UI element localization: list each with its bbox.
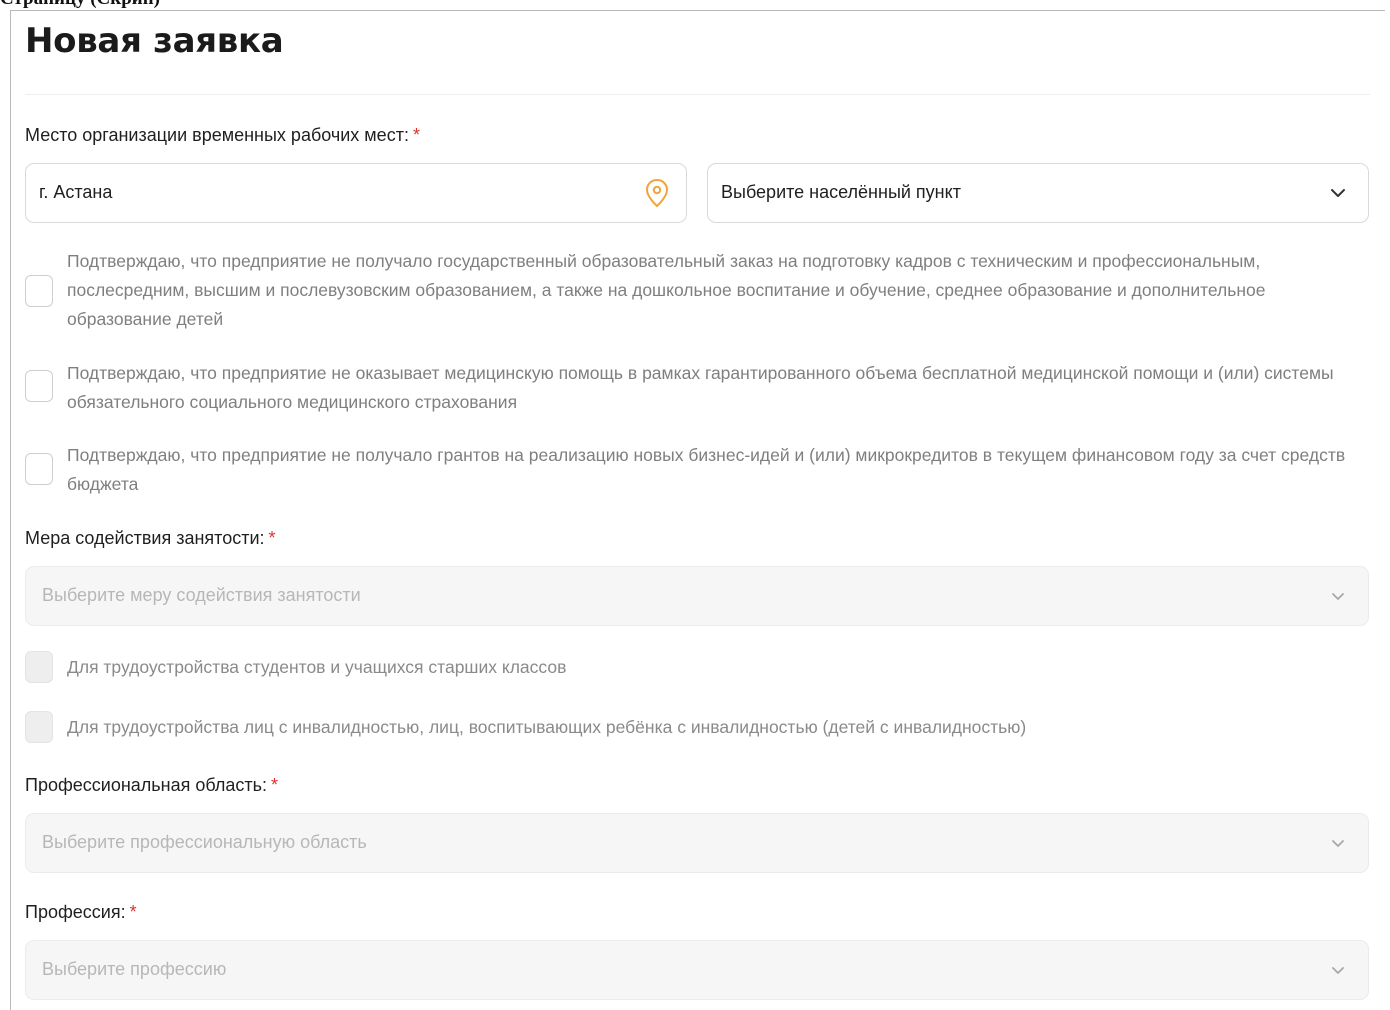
professional-area-select[interactable]: Выберите профессиональную область bbox=[25, 813, 1369, 873]
required-asterisk: * bbox=[129, 902, 137, 922]
confirmation-checkbox-grants[interactable] bbox=[25, 453, 53, 485]
employment-measure-select[interactable]: Выберите меру содействия занятости bbox=[25, 566, 1369, 626]
page-title: Новая заявка bbox=[25, 21, 284, 61]
employment-measure-placeholder: Выберите меру содействия занятости bbox=[42, 585, 361, 605]
chevron-down-icon bbox=[1332, 593, 1344, 600]
confirmation-text-medical: Подтверждаю, что предприятие не оказывае… bbox=[67, 363, 1334, 412]
location-pin-icon[interactable] bbox=[644, 178, 670, 208]
employment-measure-label: Мера содействия занятости: * bbox=[25, 528, 276, 548]
option-text-disability: Для трудоустройства лиц с инвалидностью,… bbox=[67, 717, 1027, 737]
profession-label: Профессия: * bbox=[25, 902, 137, 922]
confirmation-checkbox-medical[interactable] bbox=[25, 370, 53, 402]
title-divider bbox=[25, 94, 1370, 95]
settlement-placeholder: Выберите населённый пункт bbox=[721, 182, 961, 202]
confirmation-text-education: Подтверждаю, что предприятие не получало… bbox=[67, 251, 1266, 329]
city-value: г. Астана bbox=[39, 182, 113, 202]
option-checkbox-students[interactable] bbox=[25, 651, 53, 683]
required-asterisk: * bbox=[268, 528, 276, 548]
option-checkbox-disability[interactable] bbox=[25, 711, 53, 743]
confirmation-text-grants: Подтверждаю, что предприятие не получало… bbox=[67, 445, 1346, 494]
chevron-down-icon bbox=[1332, 840, 1344, 847]
location-label: Место организации временных рабочих мест… bbox=[25, 125, 420, 145]
required-asterisk: * bbox=[271, 775, 279, 795]
chevron-down-icon bbox=[1332, 967, 1344, 974]
required-asterisk: * bbox=[412, 125, 420, 145]
city-field[interactable]: г. Астана bbox=[25, 163, 687, 223]
professional-area-label: Профессиональная область: * bbox=[25, 775, 279, 795]
new-request-form: Новая заявка Место организации временных… bbox=[10, 10, 1385, 1010]
confirmation-checkbox-education[interactable] bbox=[25, 275, 53, 307]
cut-off-heading: Страницу (Скрин) bbox=[0, 0, 160, 10]
profession-placeholder: Выберите профессию bbox=[42, 959, 227, 979]
chevron-down-icon bbox=[1331, 189, 1345, 197]
option-text-students: Для трудоустройства студентов и учащихся… bbox=[67, 657, 567, 677]
profession-select[interactable]: Выберите профессию bbox=[25, 940, 1369, 1000]
professional-area-placeholder: Выберите профессиональную область bbox=[42, 832, 367, 852]
settlement-select[interactable]: Выберите населённый пункт bbox=[707, 163, 1369, 223]
